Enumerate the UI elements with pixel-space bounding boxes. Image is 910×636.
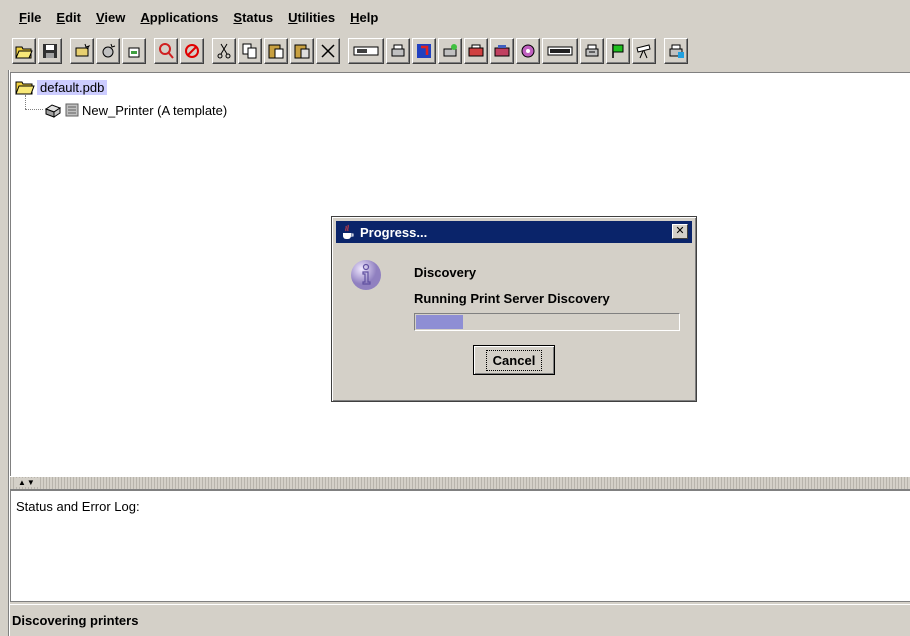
printer-config-icon[interactable] xyxy=(386,38,410,64)
print-server-icon[interactable] xyxy=(542,38,578,64)
paste-special-icon[interactable] xyxy=(290,38,314,64)
stop-icon[interactable] xyxy=(180,38,204,64)
dialog-title-bar[interactable]: Progress... ✕ xyxy=(336,221,692,243)
network-icon[interactable] xyxy=(412,38,436,64)
status-bar: Discovering printers xyxy=(10,604,910,636)
menu-label-rest: tilities xyxy=(297,9,336,25)
delete-icon[interactable] xyxy=(316,38,340,64)
java-cup-icon xyxy=(340,224,356,240)
progress-fill xyxy=(416,315,464,329)
flag-icon[interactable] xyxy=(606,38,630,64)
status-error-log[interactable]: Status and Error Log: xyxy=(10,490,910,602)
tree-connector xyxy=(25,95,26,109)
printer-settings-icon[interactable] xyxy=(580,38,604,64)
menu-mnemonic: S xyxy=(233,9,243,25)
toolbar xyxy=(12,36,910,66)
log-label: Status and Error Log: xyxy=(16,499,140,514)
new-port-icon[interactable] xyxy=(96,38,120,64)
dialog-message: Running Print Server Discovery xyxy=(414,291,610,306)
menu-status[interactable]: Status xyxy=(232,8,274,27)
menu-mnemonic: F xyxy=(19,9,27,25)
menu-label-rest: ile xyxy=(26,9,42,25)
info-icon xyxy=(350,259,382,291)
tree-connector xyxy=(25,109,43,110)
tree-root-label: default.pdb xyxy=(37,79,108,95)
menu-help[interactable]: Help xyxy=(349,8,379,27)
menu-mnemonic: A xyxy=(140,9,150,25)
menu-view[interactable]: View xyxy=(95,8,126,27)
progress-dialog: Progress... ✕ Discovery Running Print Se… xyxy=(331,216,697,402)
new-queue-icon[interactable] xyxy=(122,38,146,64)
cancel-button-label: Cancel xyxy=(485,349,543,371)
menu-mnemonic: H xyxy=(350,9,360,25)
cancel-button[interactable]: Cancel xyxy=(473,345,555,375)
menu-utilities[interactable]: Utilities xyxy=(287,8,336,27)
split-pane-divider[interactable]: ▲▼ xyxy=(10,476,910,490)
status-text: Discovering printers xyxy=(12,613,139,628)
menu-label-rest: pplications xyxy=(149,9,219,25)
telescope-icon[interactable] xyxy=(632,38,656,64)
dialog-title: Progress... xyxy=(360,224,428,240)
menu-label-rest: iew xyxy=(104,9,126,25)
copy-icon[interactable] xyxy=(238,38,262,64)
printer-icon xyxy=(43,102,63,118)
printer-color-icon[interactable] xyxy=(516,38,540,64)
tree-node-database[interactable]: default.pdb xyxy=(15,77,108,97)
menu-mnemonic: E xyxy=(56,9,66,25)
open-folder-icon[interactable] xyxy=(12,38,36,64)
template-icon xyxy=(65,103,79,117)
menu-bar: File Edit View Applications Status Utilities H… xyxy=(0,0,910,34)
discover-icon[interactable] xyxy=(154,38,178,64)
printer-error-icon[interactable] xyxy=(464,38,488,64)
printer-alert-icon[interactable] xyxy=(490,38,514,64)
close-icon[interactable]: ✕ xyxy=(672,224,688,239)
tree-node-printer[interactable]: New_Printer (A template) xyxy=(43,100,227,120)
menu-label-rest: tatus xyxy=(242,9,274,25)
menu-file[interactable]: File xyxy=(18,8,42,27)
progress-bar xyxy=(414,313,680,331)
tree-child-label: New_Printer (A template) xyxy=(82,102,228,118)
menu-mnemonic: U xyxy=(288,9,298,25)
menu-label-rest: elp xyxy=(359,9,379,25)
save-icon[interactable] xyxy=(38,38,62,64)
new-printer-icon[interactable] xyxy=(70,38,94,64)
printer-port-icon[interactable] xyxy=(348,38,384,64)
folder-open-icon xyxy=(15,79,35,95)
collapse-arrows-icon[interactable]: ▲▼ xyxy=(16,478,38,487)
printer-status-icon[interactable] xyxy=(438,38,462,64)
menu-edit[interactable]: Edit xyxy=(55,8,82,27)
paste-icon[interactable] xyxy=(264,38,288,64)
printer-add-icon[interactable] xyxy=(664,38,688,64)
dialog-heading: Discovery xyxy=(414,265,477,280)
cut-icon[interactable] xyxy=(212,38,236,64)
menu-applications[interactable]: Applications xyxy=(139,8,219,27)
menu-label-rest: dit xyxy=(65,9,81,25)
